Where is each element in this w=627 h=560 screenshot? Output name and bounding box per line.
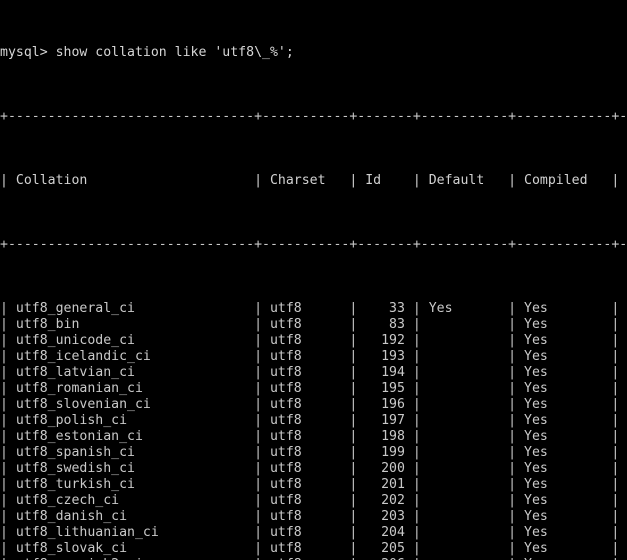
table-row: | utf8_polish_ci | utf8 | 197 | | Yes | … — [0, 413, 620, 428]
table-row: | utf8_danish_ci | utf8 | 203 | | Yes | … — [0, 509, 620, 524]
table-row: | utf8_general_ci | utf8 | 33 | Yes | Ye… — [0, 301, 620, 316]
table-border-top: +-------------------------------+-------… — [0, 109, 627, 124]
terminal-screen: mysql> show collation like 'utf8\_%'; +-… — [0, 0, 627, 560]
table-row: | utf8_estonian_ci | utf8 | 198 | | Yes … — [0, 429, 620, 444]
table-row: | utf8_spanish_ci | utf8 | 199 | | Yes |… — [0, 445, 620, 460]
table-row: | utf8_romanian_ci | utf8 | 195 | | Yes … — [0, 381, 620, 396]
table-row: | utf8_icelandic_ci | utf8 | 193 | | Yes… — [0, 349, 620, 364]
table-row: | utf8_unicode_ci | utf8 | 192 | | Yes |… — [0, 333, 620, 348]
table-row: | utf8_slovenian_ci | utf8 | 196 | | Yes… — [0, 397, 620, 412]
table-header-row: | Collation | Charset | Id | Default | C… — [0, 173, 620, 188]
command-input-line[interactable]: mysql> show collation like 'utf8\_%'; — [0, 45, 627, 61]
terminal-window[interactable]: mysql> show collation like 'utf8\_%'; +-… — [0, 0, 627, 560]
table-row: | utf8_swedish_ci | utf8 | 200 | | Yes |… — [0, 461, 620, 476]
table-row: | utf8_bin | utf8 | 83 | | Yes | 1 | — [0, 317, 620, 332]
table-row: | utf8_lithuanian_ci | utf8 | 204 | | Ye… — [0, 525, 620, 540]
table-row: | utf8_czech_ci | utf8 | 202 | | Yes | 8… — [0, 493, 620, 508]
table-row: | utf8_latvian_ci | utf8 | 194 | | Yes |… — [0, 365, 620, 380]
table-row: | utf8_slovak_ci | utf8 | 205 | | Yes | … — [0, 541, 620, 556]
table-body: | utf8_general_ci | utf8 | 33 | Yes | Ye… — [0, 301, 627, 560]
table-border-header-separator: +-------------------------------+-------… — [0, 237, 627, 252]
table-row: | utf8_turkish_ci | utf8 | 201 | | Yes |… — [0, 477, 620, 492]
